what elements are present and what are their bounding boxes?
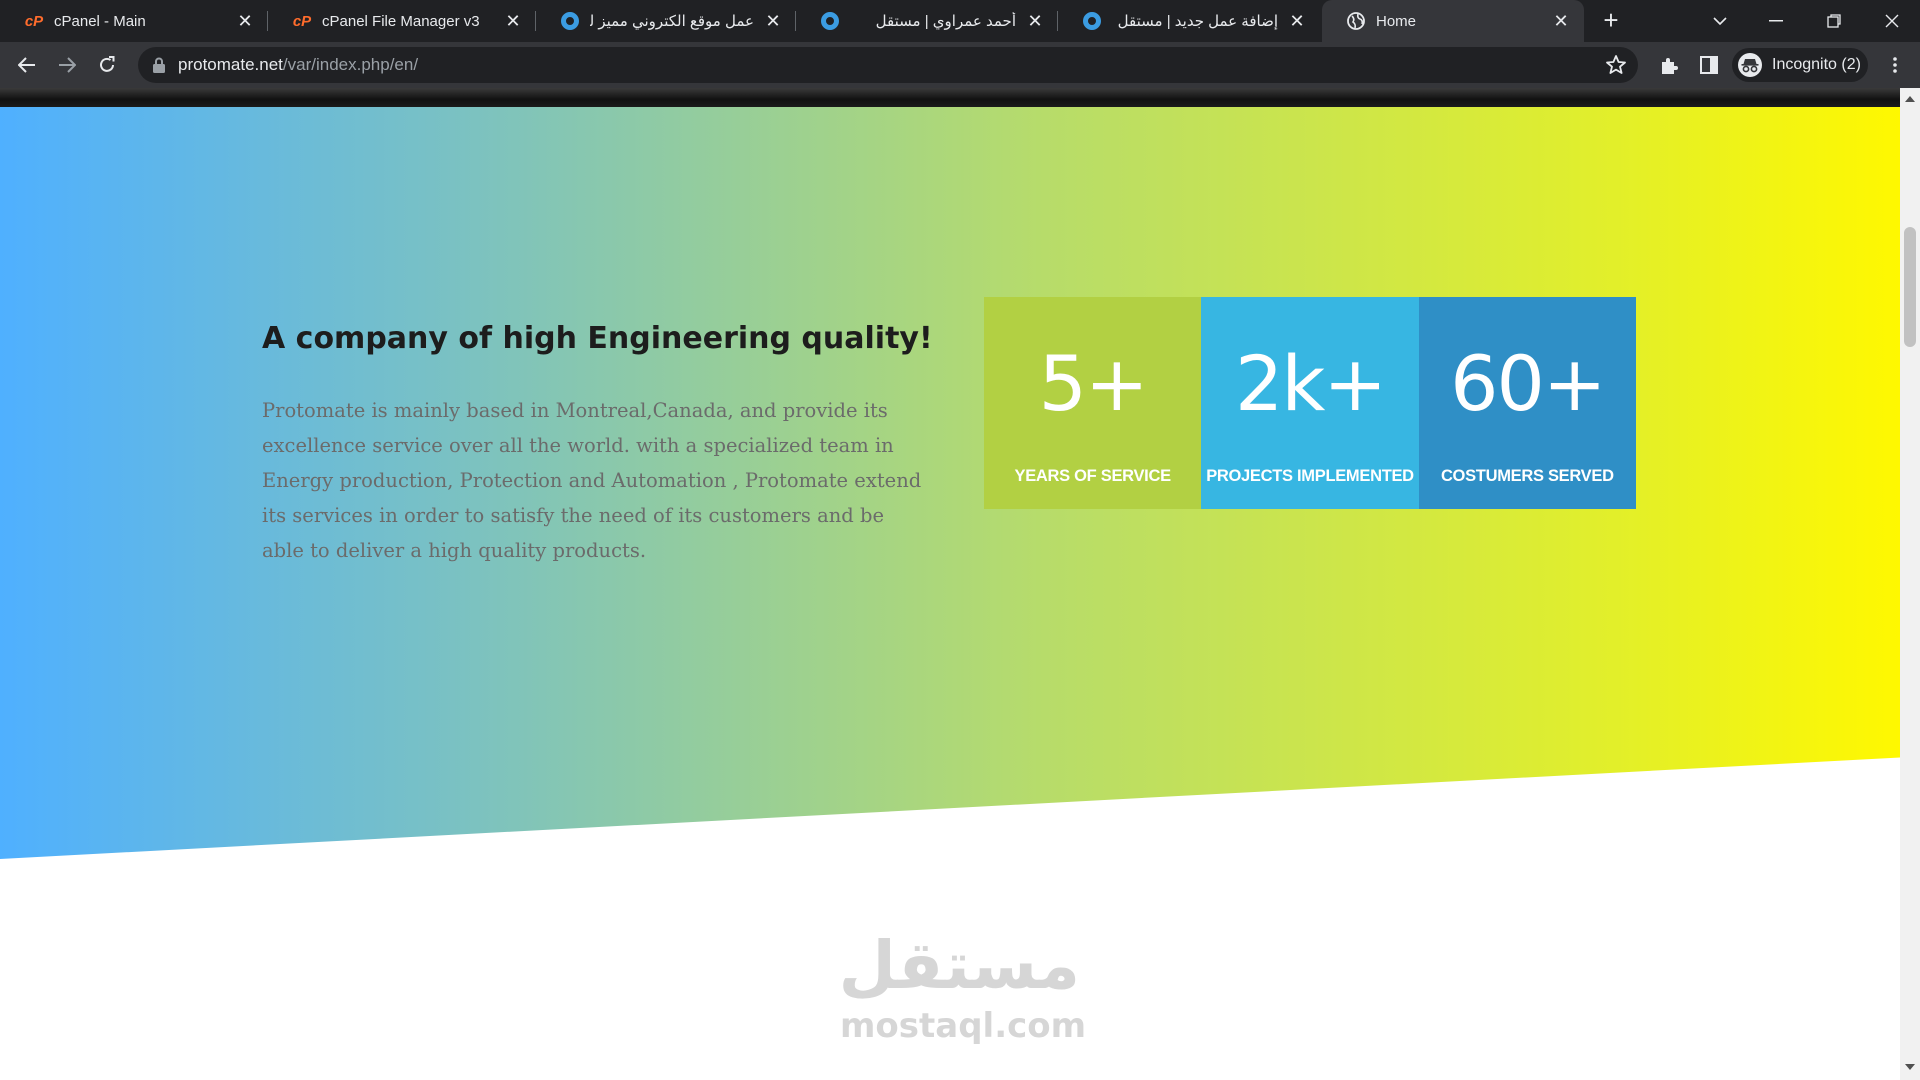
scrollbar-thumb[interactable] [1904,227,1916,347]
tab-title: Home [1376,12,1417,30]
tab-title: cPanel - Main [54,12,146,30]
header-image-strip [0,88,1900,107]
lock-icon [153,57,165,73]
incognito-profile-button[interactable]: Incognito (2) [1732,48,1868,82]
mostaql-icon [1082,11,1102,31]
tab-title: عمل موقع الكتروني مميز لشر [590,13,754,30]
tab-search-chevron-icon[interactable] [1692,0,1748,42]
restore-window-icon[interactable] [1806,0,1862,42]
side-panel-icon[interactable] [1694,50,1724,80]
mostaql-icon [820,11,840,31]
stat-projects-implemented: 2k+ PROJECTS IMPLEMENTED [1201,297,1419,509]
url-host: protomate.net [178,55,283,74]
tab-home[interactable]: Home ✕ [1322,0,1584,42]
address-bar[interactable]: protomate.net/var/index.php/en/ [138,47,1638,83]
stat-years-of-service: 5+ YEARS OF SERVICE [984,297,1202,509]
page-viewport: A company of high Engineering quality! P… [0,88,1900,1080]
minimize-window-icon[interactable] [1748,0,1804,42]
tab-title: إضافة عمل جديد | مستقل [1117,13,1278,30]
reload-icon[interactable] [92,50,122,80]
extensions-puzzle-icon[interactable] [1654,50,1684,80]
stat-value: 2k+ [1234,339,1387,428]
back-arrow-icon[interactable] [12,50,42,80]
stat-value: 5+ [1038,339,1149,428]
stat-customers-served: 60+ COSTUMERS SERVED [1418,297,1636,509]
url-path: /var/index.php/en/ [282,55,419,74]
watermark-latin: mostaql.com [840,1006,1087,1046]
bookmark-star-icon[interactable] [1604,53,1628,77]
close-tab-icon[interactable]: ✕ [1552,12,1570,30]
stat-label: YEARS OF SERVICE [1014,467,1172,485]
tab-mostaql-profile[interactable]: أحمد عمراوي | مستقل ✕ [796,0,1058,42]
close-window-icon[interactable] [1864,0,1920,42]
scroll-up-arrow-icon[interactable] [1905,96,1915,102]
stat-value: 60+ [1450,339,1606,428]
browser-menu-kebab-icon[interactable] [1880,50,1910,80]
stat-label: COSTUMERS SERVED [1440,467,1614,485]
tab-cpanel-file-manager[interactable]: cP cPanel File Manager v3 ✕ [268,0,536,42]
forward-arrow-icon[interactable] [52,50,82,80]
tab-title: cPanel File Manager v3 [322,12,480,30]
close-tab-icon[interactable]: ✕ [1288,12,1306,30]
tab-cpanel-main[interactable]: cP cPanel - Main ✕ [0,0,268,42]
stats-panel: 5+ YEARS OF SERVICE 2k+ PROJECTS IMPLEME… [984,297,1636,509]
tab-title: أحمد عمراوي | مستقل [875,13,1016,30]
section-heading: A company of high Engineering quality! [262,321,933,356]
incognito-icon [1738,53,1762,77]
close-tab-icon[interactable]: ✕ [764,12,782,30]
mostaql-icon [560,11,580,31]
tab-mostaql-project[interactable]: عمل موقع الكتروني مميز لشر ✕ [536,0,796,42]
url-text: protomate.net/var/index.php/en/ [178,47,418,83]
profile-label: Incognito (2) [1772,56,1861,73]
watermark-arabic: مستقل [838,927,1080,1004]
new-tab-button[interactable]: + [1598,7,1624,34]
close-tab-icon[interactable]: ✕ [236,12,254,30]
page-scrollbar[interactable] [1900,88,1920,1080]
mostaql-watermark: مستقل mostaql.com [838,926,1087,1076]
browser-tab-strip: cP cPanel - Main ✕ cP cPanel File Manage… [0,0,1920,42]
company-description: Protomate is mainly based in Montreal,Ca… [262,399,922,562]
cpanel-icon: cP [292,12,312,30]
browser-toolbar: protomate.net/var/index.php/en/ Incognit… [0,42,1920,88]
globe-icon [1346,11,1366,31]
cpanel-icon: cP [24,12,44,30]
tab-mostaql-add-work[interactable]: إضافة عمل جديد | مستقل ✕ [1058,0,1320,42]
scroll-down-arrow-icon[interactable] [1905,1064,1915,1070]
stat-label: PROJECTS IMPLEMENTED [1206,467,1414,485]
close-tab-icon[interactable]: ✕ [504,12,522,30]
close-tab-icon[interactable]: ✕ [1026,12,1044,30]
